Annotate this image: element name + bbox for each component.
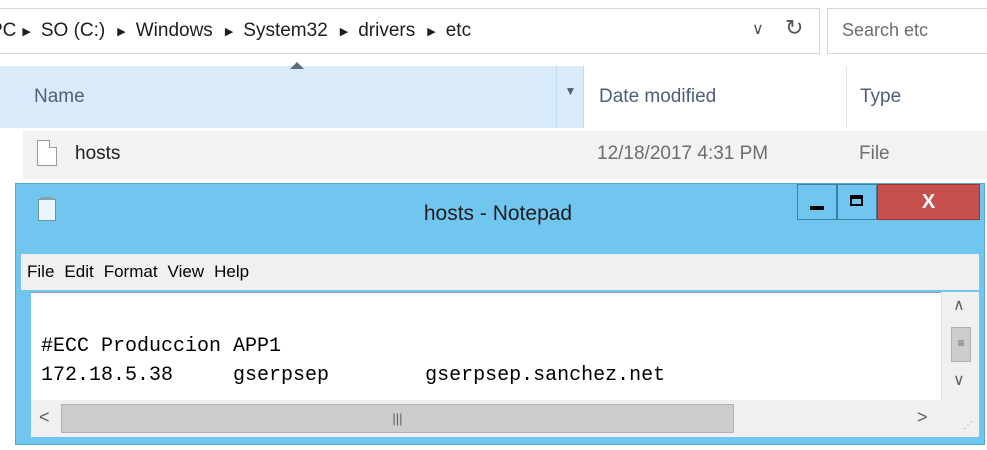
breadcrumb-label: drivers: [358, 20, 416, 41]
scroll-down-icon[interactable]: ∨: [953, 370, 965, 390]
vertical-scrollbar[interactable]: ∧ ≡ ∨: [941, 292, 979, 400]
menu-format[interactable]: Format: [104, 262, 158, 282]
file-type: File: [859, 143, 890, 164]
horizontal-scrollbar[interactable]: < ||| >: [31, 400, 941, 437]
breadcrumb-drivers[interactable]: drivers ▶: [358, 20, 445, 42]
breadcrumb-windows[interactable]: Windows ▶: [136, 20, 244, 42]
vertical-scroll-thumb[interactable]: ≡: [951, 327, 971, 362]
breadcrumb-arrow-icon[interactable]: ▶: [22, 25, 30, 38]
editor-line: 172.18.5.38 gserpsep gserpsep.sanchez.ne…: [41, 364, 666, 387]
breadcrumb-label: System32: [243, 20, 328, 41]
breadcrumb-label: PC: [0, 20, 17, 41]
column-label-name: Name: [34, 86, 85, 107]
column-header-row: Name ▼ Date modified Type: [0, 62, 987, 128]
minimize-icon: [810, 206, 824, 210]
breadcrumb-system32[interactable]: System32 ▶: [243, 20, 358, 42]
menu-help[interactable]: Help: [214, 262, 249, 282]
column-label-date: Date modified: [599, 86, 717, 107]
horizontal-scroll-thumb[interactable]: |||: [61, 404, 734, 433]
menu-file[interactable]: File: [27, 262, 54, 282]
breadcrumb-pc[interactable]: PC ▶: [0, 20, 41, 42]
breadcrumb-label: SO (C:): [40, 20, 106, 41]
editor-line: #ECC Produccion APP1: [41, 335, 282, 358]
breadcrumb-etc[interactable]: etc: [446, 20, 471, 42]
column-label-type: Type: [860, 86, 902, 107]
column-header-date[interactable]: Date modified: [585, 66, 847, 128]
scroll-left-icon[interactable]: <: [39, 407, 50, 428]
text-editor[interactable]: #ECC Produccion APP1 172.18.5.38 gserpsep…: [31, 292, 941, 400]
close-button[interactable]: X: [877, 184, 980, 220]
address-history-dropdown-icon[interactable]: ∨: [752, 19, 764, 39]
breadcrumb-arrow-icon[interactable]: ▶: [340, 25, 348, 38]
notepad-window: hosts - Notepad X File Edit Format View …: [15, 183, 985, 445]
breadcrumb-arrow-icon[interactable]: ▶: [427, 25, 435, 38]
column-header-name[interactable]: Name ▼: [0, 62, 584, 128]
minimize-button[interactable]: [797, 184, 837, 220]
menu-bar: File Edit Format View Help: [21, 254, 979, 290]
resize-grip-icon[interactable]: ⋰: [941, 400, 979, 437]
column-filter-dropdown-icon[interactable]: ▼: [556, 66, 584, 128]
sort-ascending-icon: [290, 62, 304, 69]
scroll-right-icon[interactable]: >: [917, 407, 928, 428]
breadcrumb-label: Windows: [135, 20, 213, 41]
breadcrumb-arrow-icon[interactable]: ▶: [225, 25, 233, 38]
maximize-icon: [850, 195, 863, 206]
close-icon: X: [921, 191, 936, 213]
breadcrumb-label: etc: [445, 20, 472, 41]
file-icon: [37, 140, 57, 166]
search-placeholder: Search etc: [842, 20, 929, 40]
file-row-hosts[interactable]: hosts 12/18/2017 4:31 PM File: [23, 131, 987, 179]
menu-view[interactable]: View: [168, 262, 205, 282]
maximize-button[interactable]: [837, 184, 877, 220]
breadcrumb-drive[interactable]: SO (C:) ▶: [41, 20, 136, 42]
menu-edit[interactable]: Edit: [64, 262, 93, 282]
address-bar[interactable]: PC ▶ SO (C:) ▶ Windows ▶ System32 ▶ driv…: [0, 8, 820, 54]
search-input[interactable]: Search etc: [827, 8, 987, 54]
scroll-up-icon[interactable]: ∧: [953, 295, 965, 315]
file-name: hosts: [75, 143, 121, 164]
breadcrumb-arrow-icon[interactable]: ▶: [117, 25, 125, 38]
column-header-type[interactable]: Type: [848, 66, 987, 128]
refresh-icon[interactable]: ↻: [785, 15, 803, 41]
file-date: 12/18/2017 4:31 PM: [597, 143, 769, 164]
